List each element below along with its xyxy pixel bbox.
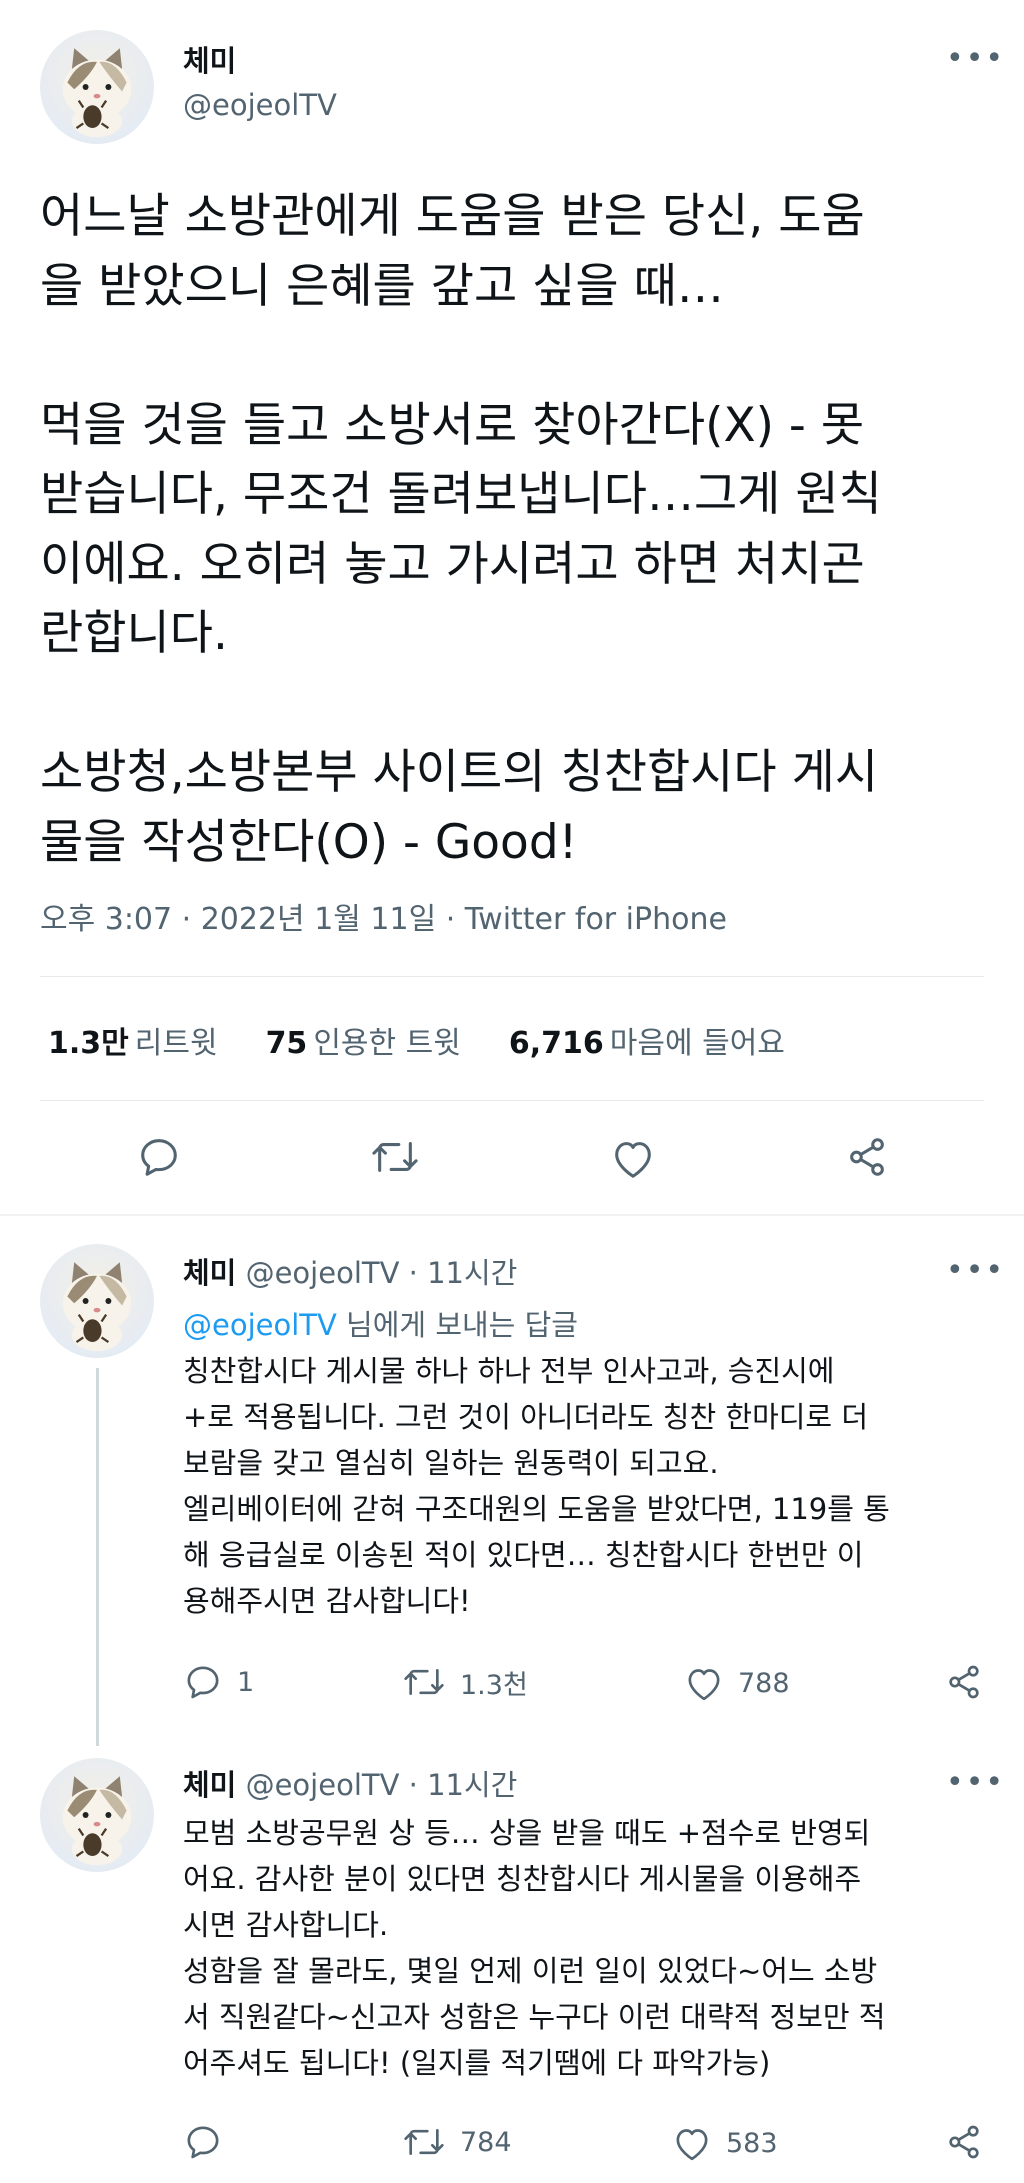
mention-link[interactable]: @eojeolTV — [183, 1308, 337, 1342]
section-separator — [0, 1214, 1024, 1216]
avatar[interactable] — [40, 30, 154, 144]
cat-avatar-icon — [62, 1262, 132, 1352]
avatar[interactable] — [40, 1244, 154, 1358]
handle-time[interactable]: @eojeolTV · 11시간 — [246, 1256, 518, 1290]
like-icon — [615, 1142, 651, 1178]
like-icon — [676, 2129, 708, 2161]
retweet-stat[interactable]: 1.3만 리트윗 — [48, 1018, 218, 1062]
like-count: 788 — [738, 1667, 790, 1699]
like-button[interactable]: 788 — [684, 1664, 790, 1702]
share-button[interactable] — [944, 1662, 984, 1702]
retweet-icon — [404, 2129, 444, 2155]
tweet-text: 어느날 소방관에게 도움을 받은 당신, 도움 을 받았으니 은혜를 갚고 싶을… — [40, 189, 882, 870]
reply-button[interactable] — [136, 1134, 182, 1180]
author-name[interactable]: 체미 — [183, 1256, 236, 1290]
retweet-count: 1.3천 — [460, 1669, 528, 1701]
reply-icon — [141, 1139, 177, 1176]
like-stat[interactable]: 6,716 마음에 들어요 — [509, 1018, 785, 1062]
like-icon — [688, 1669, 720, 1701]
reply-text: 모범 소방공무원 상 등… 상을 받을 때도 +점수로 반영되 어요. 감사한 … — [183, 1816, 886, 2080]
reply-icon — [187, 2126, 219, 2159]
thread-line — [96, 1368, 99, 1746]
divider — [40, 976, 984, 977]
avatar[interactable] — [40, 1758, 154, 1872]
more-icon[interactable]: ••• — [946, 44, 1005, 74]
retweet-count: 784 — [460, 2126, 512, 2158]
share-button[interactable] — [944, 2122, 984, 2162]
share-icon — [850, 1138, 884, 1176]
retweet-icon — [404, 1669, 444, 1695]
more-icon[interactable]: ••• — [946, 1256, 1005, 1286]
author-handle[interactable]: @eojeolTV — [183, 88, 337, 122]
reply-header: 체미 @eojeolTV · 11시간 — [183, 1762, 517, 1804]
like-button[interactable] — [610, 1136, 656, 1180]
reply-button[interactable]: 1 — [183, 1662, 254, 1702]
cat-avatar-icon — [62, 48, 132, 138]
retweet-button[interactable]: 784 — [402, 2122, 512, 2162]
handle-time[interactable]: @eojeolTV · 11시간 — [246, 1768, 518, 1802]
reply-button[interactable] — [183, 2122, 237, 2162]
reply-count: 1 — [237, 1666, 255, 1698]
retweet-button[interactable]: 1.3천 — [402, 1662, 528, 1702]
reply-icon — [187, 1666, 219, 1699]
author-name[interactable]: 체미 — [183, 38, 236, 80]
reply-header: 체미 @eojeolTV · 11시간 — [183, 1250, 517, 1292]
like-button[interactable]: 583 — [672, 2124, 778, 2162]
replying-to: @eojeolTV 님에게 보내는 답글 — [183, 1308, 578, 1342]
reply-text: 칭찬합시다 게시물 하나 하나 전부 인사고과, 승진시에 +로 적용됩니다. … — [183, 1354, 890, 1618]
tweet-stats: 1.3만 리트윗 75 인용한 트윗 6,716 마음에 들어요 — [48, 1018, 785, 1062]
like-count: 583 — [726, 2127, 778, 2159]
share-icon — [949, 1665, 979, 1699]
author-name[interactable]: 체미 — [183, 1768, 236, 1802]
share-icon — [949, 2125, 979, 2159]
retweet-button[interactable] — [370, 1134, 420, 1180]
tweet-timestamp[interactable]: 오후 3:07 · 2022년 1월 11일 · Twitter for iPh… — [40, 894, 727, 938]
divider — [40, 1100, 984, 1101]
share-button[interactable] — [844, 1134, 890, 1180]
quote-stat[interactable]: 75 인용한 트윗 — [266, 1018, 461, 1062]
more-icon[interactable]: ••• — [946, 1768, 1005, 1798]
retweet-icon — [372, 1142, 418, 1172]
cat-avatar-icon — [62, 1776, 132, 1866]
